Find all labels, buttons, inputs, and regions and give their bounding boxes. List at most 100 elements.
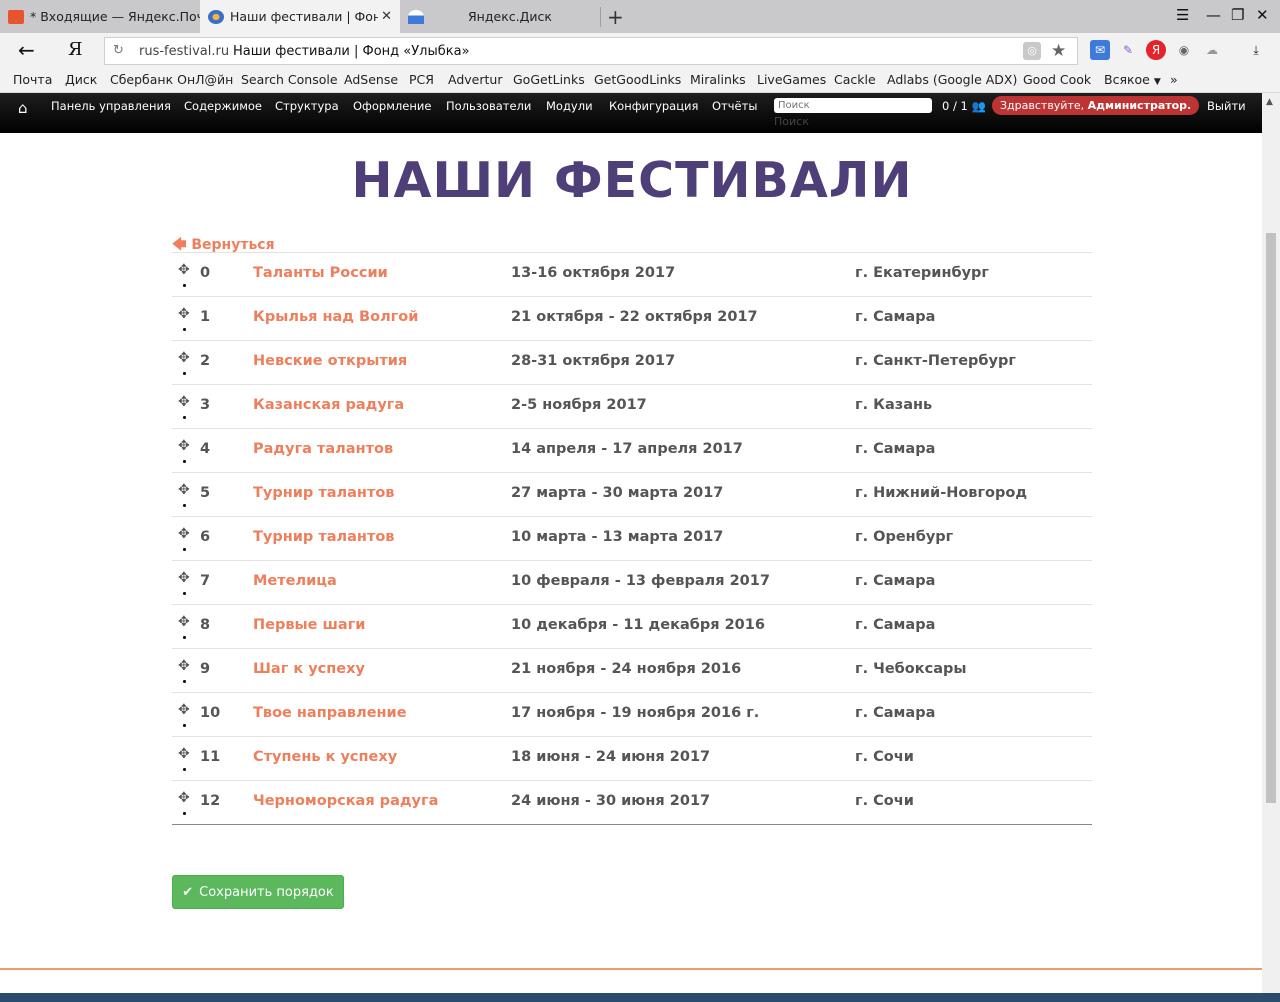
drag-handle-icon[interactable]: ✥ [178,571,190,585]
bookmark-item[interactable]: GetGoodLinks [594,72,681,87]
festival-link[interactable]: Шаг к успеху [253,661,365,677]
protect-icon[interactable]: ◎ [1023,42,1041,60]
menu-content[interactable]: Содержимое [184,99,262,113]
drag-handle-icon[interactable]: ✥ [178,659,190,673]
drag-handle-icon[interactable]: ✥ [178,263,190,277]
bookmark-item[interactable]: Miralinks [690,72,746,87]
bookmark-item[interactable]: Диск [65,72,97,87]
menu-dashboard[interactable]: Панель управления [51,99,171,113]
drag-handle-icon[interactable]: ✥ [178,351,190,365]
row-marker [183,504,186,507]
bookmark-item[interactable]: Search Console [241,72,338,87]
restore-icon[interactable]: ❐ [1231,6,1244,24]
yandex-logo[interactable]: Я [68,39,83,60]
festival-link[interactable]: Ступень к успеху [253,749,397,765]
bookmark-star-icon[interactable]: ★ [1051,41,1066,61]
bookmark-item[interactable]: GoGetLinks [513,72,585,87]
logout-link[interactable]: Выйти [1207,99,1246,113]
bookmarks-overflow[interactable]: » [1170,72,1178,87]
drag-handle-icon[interactable]: ✥ [178,747,190,761]
table-row[interactable]: ✥ 10 Твое направление 17 ноября - 19 ноября… [172,693,1092,737]
menu-reports[interactable]: Отчёты [712,99,757,113]
menu-icon[interactable]: ☰ [1176,6,1189,24]
table-row[interactable]: ✥ 9 Шаг к успеху 21 ноября - 24 ноября 2016… [172,649,1092,693]
close-icon[interactable]: ✕ [381,9,392,24]
minimize-icon[interactable]: — [1206,6,1221,24]
tab-festivals[interactable]: Наши фестивали | Фонд «Улыбка» ✕ [200,0,400,33]
bookmark-item[interactable]: Почта [13,72,52,87]
row-weight: 4 [200,441,211,457]
yandex-extension-icon[interactable]: Я [1146,40,1166,60]
bookmark-item[interactable]: РСЯ [409,72,434,87]
pen-extension-icon[interactable]: ✎ [1118,40,1138,60]
tab-label: Наши фестивали | Фонд «Улыбка» [230,9,378,24]
reload-icon[interactable]: ↻ [113,43,124,58]
drag-handle-icon[interactable]: ✥ [178,439,190,453]
festival-link[interactable]: Турнир талантов [253,529,394,545]
table-row[interactable]: ✥ 11 Ступень к успеху 18 июня - 24 июня 201… [172,737,1092,781]
table-row[interactable]: ✥ 2 Невские открытия 28-31 октября 2017 г. С… [172,341,1092,385]
mail-icon [8,9,24,24]
drag-handle-icon[interactable]: ✥ [178,703,190,717]
drag-handle-icon[interactable]: ✥ [178,791,190,805]
festival-link[interactable]: Турнир талантов [253,485,394,501]
tab-strip: * Входящие — Яндекс.Почта Наши фестивали… [0,0,1280,33]
bookmark-item[interactable]: AdSense [344,72,398,87]
festival-link[interactable]: Крылья над Волгой [253,309,418,325]
greeting-badge[interactable]: Здравствуйте, Администратор. [992,96,1200,115]
festival-link[interactable]: Первые шаги [253,617,365,633]
table-row[interactable]: ✥ 0 Таланты России 13-16 октября 2017 г. Ека… [172,253,1092,297]
drag-handle-icon[interactable]: ✥ [178,307,190,321]
table-row[interactable]: ✥ 12 Черноморская радуга 24 июня - 30 июня … [172,781,1092,824]
bookmark-item[interactable]: Cackle [834,72,876,87]
page-scrollbar[interactable]: ▲ [1262,93,1280,1002]
festival-link[interactable]: Таланты России [253,265,388,281]
bookmark-item[interactable]: LiveGames [757,72,826,87]
menu-users[interactable]: Пользователи [446,99,531,113]
mail-extension-icon[interactable]: ✉ [1090,40,1110,60]
scroll-up-icon[interactable]: ▲ [1266,97,1273,107]
festival-link[interactable]: Твое направление [253,705,407,721]
festival-link[interactable]: Радуга талантов [253,441,393,457]
drag-handle-icon[interactable]: ✥ [178,483,190,497]
save-order-button[interactable]: ✔ Сохранить порядок [172,875,344,909]
row-marker [183,636,186,639]
new-tab-icon[interactable]: + [607,5,624,29]
tab-disk[interactable]: Яндекс.Диск [400,0,600,33]
admin-search-input[interactable] [774,98,932,113]
drag-handle-icon[interactable]: ✥ [178,615,190,629]
ghost-extension-icon[interactable]: ☁ [1202,40,1222,60]
table-row[interactable]: ✥ 7 Метелица 10 февраля - 13 февраля 2017 г.… [172,561,1092,605]
table-row[interactable]: ✥ 3 Казанская радуга 2-5 ноября 2017 г. Каза… [172,385,1092,429]
festival-link[interactable]: Метелица [253,573,337,589]
greeting-prefix: Здравствуйте, [1000,99,1085,112]
lightbulb-extension-icon[interactable]: ◉ [1174,40,1194,60]
address-bar[interactable]: ↻ rus-festival.ru Наши фестивали | Фонд … [104,37,1078,65]
bookmark-item[interactable]: Сбербанк ОнЛ@йн [110,72,233,87]
festival-link[interactable]: Казанская радуга [253,397,404,413]
tab-separator [600,7,601,27]
scrollbar-thumb[interactable] [1266,233,1276,803]
menu-modules[interactable]: Модули [546,99,593,113]
close-window-icon[interactable]: ✕ [1256,6,1269,24]
menu-appearance[interactable]: Оформление [353,99,431,113]
table-row[interactable]: ✥ 8 Первые шаги 10 декабря - 11 декабря 201… [172,605,1092,649]
menu-configuration[interactable]: Конфигурация [609,99,698,113]
download-icon[interactable]: ⤓ [1246,40,1266,60]
menu-structure[interactable]: Структура [275,99,339,113]
bookmark-item[interactable]: Good Cook [1023,72,1091,87]
table-row[interactable]: ✥ 5 Турнир талантов 27 марта - 30 марта 201… [172,473,1092,517]
festival-link[interactable]: Черноморская радуга [253,793,438,809]
drag-handle-icon[interactable]: ✥ [178,395,190,409]
home-icon[interactable]: ⌂ [18,99,28,117]
back-arrow-icon[interactable]: ← [18,38,35,62]
bookmark-item[interactable]: Adlabs (Google ADX) [887,72,1017,87]
table-row[interactable]: ✥ 4 Радуга талантов 14 апреля - 17 апреля 2… [172,429,1092,473]
festival-link[interactable]: Невские открытия [253,353,407,369]
table-row[interactable]: ✥ 1 Крылья над Волгой 21 октября - 22 октяб… [172,297,1092,341]
table-row[interactable]: ✥ 6 Турнир талантов 10 марта - 13 марта 201… [172,517,1092,561]
drag-handle-icon[interactable]: ✥ [178,527,190,541]
tab-mail[interactable]: * Входящие — Яндекс.Почта [0,0,200,33]
bookmark-folder[interactable]: Всякое ▼ [1104,72,1161,87]
bookmark-item[interactable]: Advertur [448,72,502,87]
